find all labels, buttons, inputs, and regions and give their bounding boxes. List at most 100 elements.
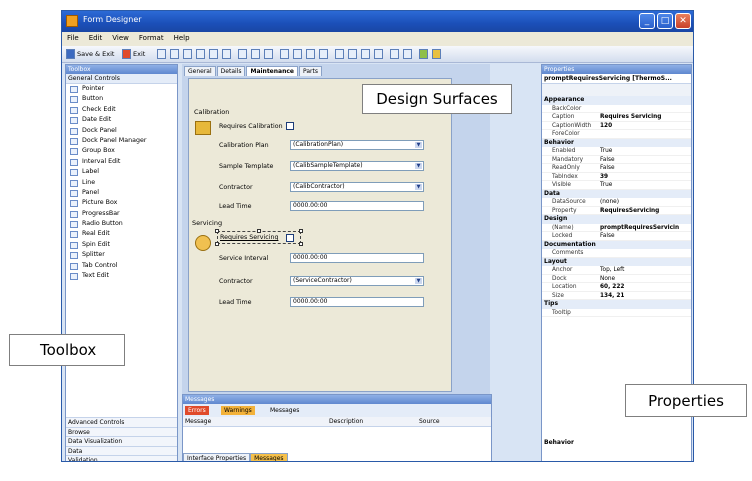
resize-handle[interactable] <box>299 242 303 246</box>
tab-messages[interactable]: Messages <box>250 453 288 461</box>
paste-icon[interactable] <box>183 49 192 59</box>
property-value[interactable]: (none) <box>600 198 690 207</box>
toolbox-group[interactable]: Advanced Controls <box>66 417 177 427</box>
toolbox-item[interactable]: Button <box>66 94 177 104</box>
save-exit-button[interactable]: Save & Exit <box>77 49 114 60</box>
resize-handle[interactable] <box>215 229 219 233</box>
toolbox-item[interactable]: Dock Panel Manager <box>66 136 177 146</box>
menu-format[interactable]: Format <box>134 32 169 42</box>
toolbox-item[interactable]: Pointer <box>66 84 177 94</box>
col-message[interactable]: Message <box>185 418 211 425</box>
service-interval-input[interactable]: 0000.00:00 <box>290 253 424 263</box>
undo-icon[interactable] <box>209 49 218 59</box>
preview-icon[interactable] <box>432 49 441 59</box>
property-value[interactable]: 39 <box>600 173 690 182</box>
property-row[interactable]: Caption Requires Servicing <box>542 113 691 122</box>
property-category[interactable]: Documentation <box>542 240 691 249</box>
service-lead-time-input[interactable]: 0000.00:00 <box>290 297 424 307</box>
spacing-icon[interactable] <box>374 49 383 59</box>
errors-button[interactable]: Errors <box>185 406 209 415</box>
property-row[interactable]: Locked False <box>542 232 691 241</box>
property-row[interactable]: (Name) promptRequiresServicin <box>542 224 691 232</box>
property-row[interactable]: CaptionWidth 120 <box>542 122 691 131</box>
property-row[interactable]: ReadOnly False <box>542 164 691 173</box>
close-button[interactable]: ✕ <box>675 13 691 29</box>
toolbox-group[interactable]: Data <box>66 445 177 455</box>
property-row[interactable]: Tooltip <box>542 309 691 317</box>
tab-general[interactable]: General <box>184 66 216 76</box>
toolbox-item[interactable]: Tab Control <box>66 261 177 271</box>
toolbox-item[interactable]: Spin Edit <box>66 240 177 250</box>
property-value[interactable]: 120 <box>600 122 690 131</box>
delete-icon[interactable] <box>196 49 205 59</box>
col-source[interactable]: Source <box>419 418 440 425</box>
property-value[interactable]: False <box>600 156 690 165</box>
grid-icon[interactable] <box>238 49 247 59</box>
col-description[interactable]: Description <box>329 418 363 425</box>
property-value[interactable]: Requires Servicing <box>600 113 690 122</box>
toolbox-item[interactable]: Splitter <box>66 250 177 260</box>
property-row[interactable]: BackColor <box>542 105 691 113</box>
property-row[interactable]: DataSource (none) <box>542 198 691 207</box>
tab-interface-properties[interactable]: Interface Properties <box>183 453 251 461</box>
toolbox-item[interactable]: Panel <box>66 188 177 198</box>
property-row[interactable]: Size 134, 21 <box>542 292 691 300</box>
property-value[interactable]: 60, 222 <box>600 283 690 292</box>
property-value[interactable]: False <box>600 164 690 173</box>
property-category[interactable]: Data <box>542 189 691 198</box>
property-row[interactable]: Property RequiresServicing <box>542 207 691 216</box>
property-category[interactable]: Appearance <box>542 96 691 105</box>
calib-contractor-select[interactable]: (CalibContractor) ▼ <box>290 182 424 192</box>
toolbox-item[interactable]: Picture Box <box>66 198 177 208</box>
align-right-icon[interactable] <box>306 49 315 59</box>
property-row[interactable]: TabIndex 39 <box>542 173 691 182</box>
layout-icon[interactable] <box>264 49 273 59</box>
toolbox-group-general[interactable]: General Controls <box>66 74 177 84</box>
tab-details[interactable]: Details <box>216 66 246 76</box>
requires-servicing-checkbox[interactable] <box>286 234 294 242</box>
property-category[interactable]: Layout <box>542 257 691 266</box>
toolbox-item[interactable]: Group Box <box>66 146 177 156</box>
property-row[interactable]: Enabled True <box>542 147 691 156</box>
menu-edit[interactable]: Edit <box>84 32 108 42</box>
minimize-button[interactable]: _ <box>639 13 655 29</box>
align-left-icon[interactable] <box>280 49 289 59</box>
tab-order-icon[interactable] <box>419 49 428 59</box>
property-value[interactable]: None <box>600 275 690 284</box>
requires-servicing-label[interactable]: Requires Servicing <box>220 234 278 241</box>
tab-maintenance[interactable]: Maintenance <box>246 66 298 76</box>
property-value[interactable]: RequiresServicing <box>600 207 690 216</box>
toolbox-item[interactable]: Date Edit <box>66 115 177 125</box>
resize-handle[interactable] <box>299 229 303 233</box>
calibration-plan-select[interactable]: (CalibrationPlan) ▼ <box>290 140 424 150</box>
toolbox-item[interactable]: ProgressBar <box>66 209 177 219</box>
warnings-button[interactable]: Warnings <box>221 406 255 415</box>
toolbox-item[interactable]: Label <box>66 167 177 177</box>
maximize-button[interactable]: □ <box>657 13 673 29</box>
requires-calibration-checkbox[interactable] <box>286 122 294 130</box>
toolbox-item[interactable]: Line <box>66 178 177 188</box>
send-back-icon[interactable] <box>403 49 412 59</box>
property-category[interactable]: Behavior <box>542 138 691 147</box>
tab-parts[interactable]: Parts <box>298 66 322 76</box>
property-row[interactable]: Location 60, 222 <box>542 283 691 292</box>
menu-file[interactable]: File <box>62 32 84 42</box>
sample-template-select[interactable]: (CalibSampleTemplate) ▼ <box>290 161 424 171</box>
snap-icon[interactable] <box>251 49 260 59</box>
resize-handle[interactable] <box>215 242 219 246</box>
bring-front-icon[interactable] <box>390 49 399 59</box>
property-value[interactable]: False <box>600 232 690 241</box>
calib-lead-time-input[interactable]: 0000.00:00 <box>290 201 424 211</box>
copy-icon[interactable] <box>170 49 179 59</box>
cut-icon[interactable] <box>157 49 166 59</box>
redo-icon[interactable] <box>222 49 231 59</box>
resize-handle[interactable] <box>257 229 261 233</box>
same-size-icon[interactable] <box>361 49 370 59</box>
property-value[interactable]: Top, Left <box>600 266 690 275</box>
toolbox-group[interactable]: Data Visualization <box>66 436 177 446</box>
toolbox-group[interactable]: Browse <box>66 426 177 436</box>
toolbox-item[interactable]: Real Edit <box>66 229 177 239</box>
object-selector[interactable]: promptRequiresServicing [ThermoS... <box>542 74 691 84</box>
toolbox-item[interactable]: Dock Panel <box>66 126 177 136</box>
align-center-icon[interactable] <box>293 49 302 59</box>
